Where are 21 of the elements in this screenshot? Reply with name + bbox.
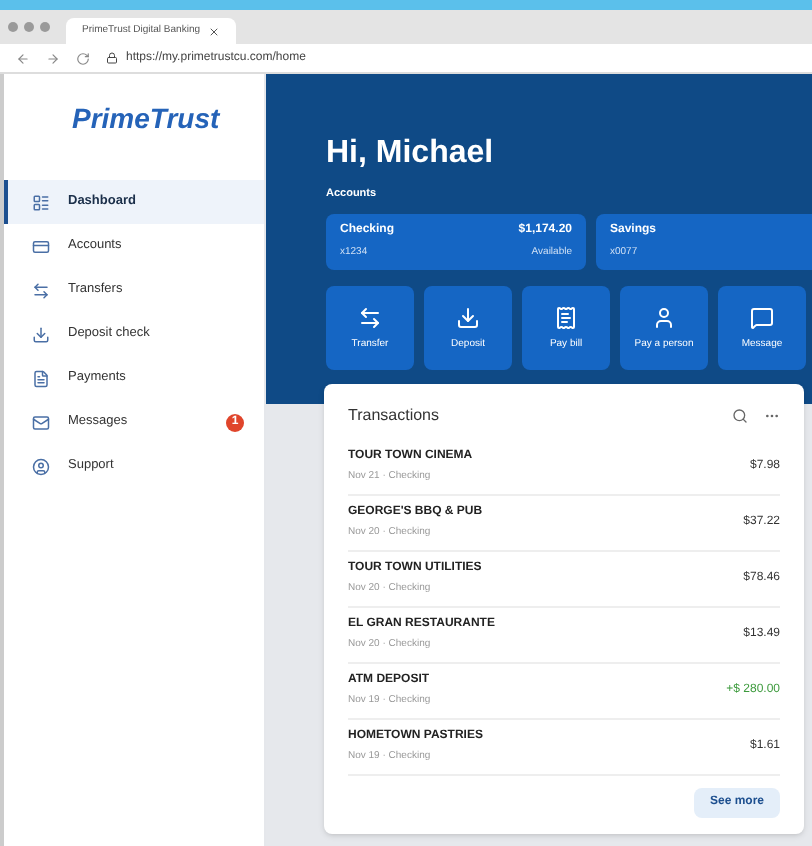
card-title: Transactions: [348, 404, 439, 428]
greeting: Hi, Michael: [326, 134, 496, 174]
arrows-icon: [32, 281, 50, 299]
envelope-icon: [32, 413, 50, 431]
list-icon: [32, 193, 50, 211]
arrows-icon: [358, 305, 382, 329]
download-icon: [456, 305, 480, 329]
lock-icon: [106, 52, 118, 64]
back-icon[interactable]: [16, 51, 30, 65]
close-icon[interactable]: [208, 25, 221, 37]
document-icon: [32, 369, 50, 387]
forward-icon[interactable]: [46, 51, 60, 65]
receipt-icon: [554, 305, 578, 329]
reload-icon[interactable]: [76, 51, 90, 65]
search-icon[interactable]: [732, 408, 748, 424]
chat-icon: [750, 305, 774, 329]
logo[interactable]: PrimeTrust: [72, 98, 264, 140]
person-circle-icon: [32, 457, 50, 475]
download-icon: [32, 325, 50, 343]
person-icon: [652, 305, 676, 329]
card-icon: [32, 237, 50, 255]
